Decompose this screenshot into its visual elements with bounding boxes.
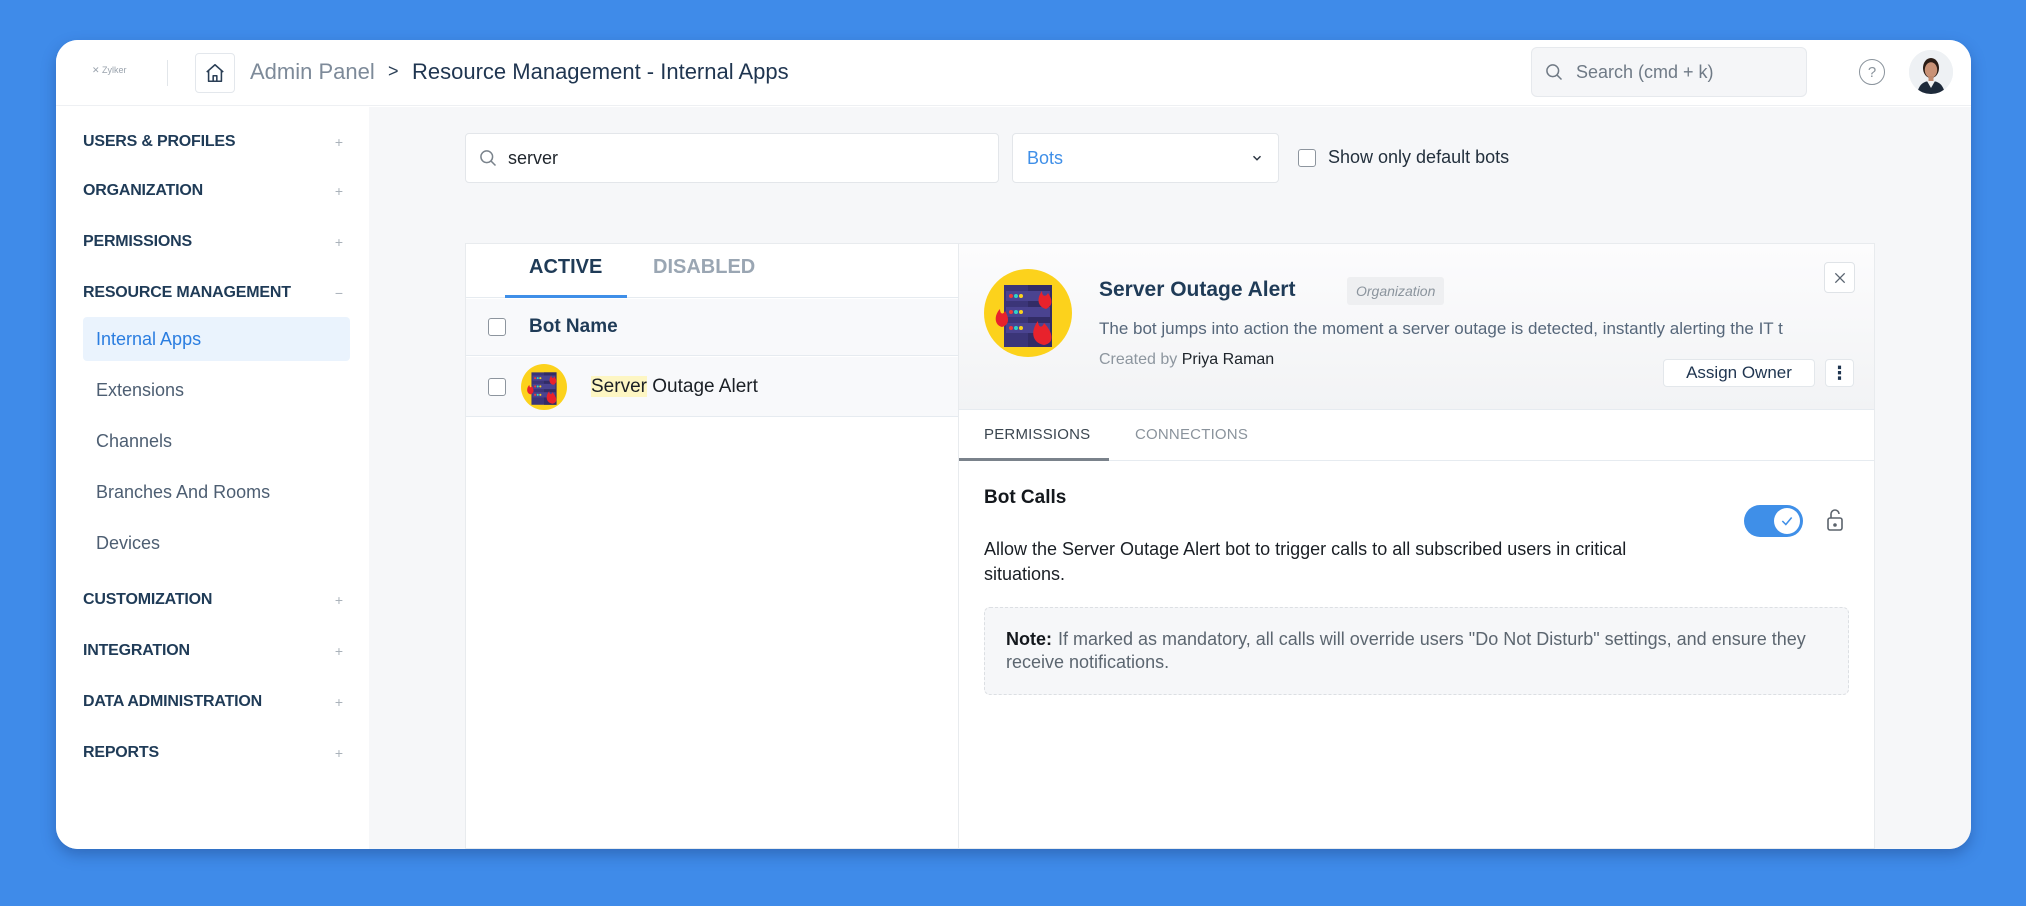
bot-search-input[interactable] [508,147,948,169]
created-by-label: Created by [1099,351,1178,368]
section-label: USERS & PROFILES [83,133,236,150]
sidebar-item-branches-and-rooms[interactable]: Branches And Rooms [83,470,350,514]
server-fire-icon [984,269,1072,357]
bot-detail-panel: Server Outage Alert Organization The bot… [958,243,1875,849]
check-icon [1781,517,1793,526]
section-label: RESOURCE MANAGEMENT [83,284,291,301]
sidebar-section-resource-management[interactable]: RESOURCE MANAGEMENT − [83,278,351,308]
expand-icon: + [334,694,343,710]
sidebar-section-reports[interactable]: REPORTS + [83,738,351,768]
sidebar-item-internal-apps[interactable]: Internal Apps [83,317,350,361]
user-avatar[interactable] [1909,50,1953,94]
tab-disabled[interactable]: DISABLED [653,256,755,279]
default-bots-checkbox[interactable] [1298,148,1316,167]
more-options-button[interactable]: ⋮ [1825,359,1854,387]
main-content: Bots Show only default bots ACTIVE DISAB… [369,107,1971,849]
assign-owner-button[interactable]: Assign Owner [1663,359,1815,387]
sidebar-item-channels[interactable]: Channels [83,419,350,463]
status-tabs: ACTIVE DISABLED [466,244,958,298]
bot-description: The bot jumps into action the moment a s… [1099,319,1783,338]
section-label: DATA ADMINISTRATION [83,693,262,710]
section-label: INTEGRATION [83,642,190,659]
close-detail-button[interactable] [1824,262,1855,293]
section-label: CUSTOMIZATION [83,591,213,608]
search-match-highlight: Server [591,375,647,397]
select-all-checkbox[interactable] [488,318,506,336]
expand-icon: + [334,234,343,250]
expand-icon: + [334,183,343,199]
default-bots-label: Show only default bots [1328,147,1510,167]
permission-description: Allow the Server Outage Alert bot to tri… [984,539,1627,584]
row-checkbox[interactable] [488,377,506,396]
close-icon [1834,272,1845,283]
table-header: Bot Name [466,299,958,356]
note-label: Note: [1006,629,1052,649]
tab-connections[interactable]: CONNECTIONS [1135,426,1248,443]
mandatory-note: Note: If marked as mandatory, all calls w… [984,607,1849,695]
sidebar-section-data-administration[interactable]: DATA ADMINISTRATION + [83,687,351,717]
avatar-portrait [1909,50,1953,94]
bot-list-panel: ACTIVE DISABLED Bot Name Server Outage A… [465,243,958,849]
help-icon[interactable]: ? [1859,59,1885,85]
home-button[interactable] [195,53,235,93]
expand-icon: + [334,745,343,761]
toggle-knob [1774,508,1800,534]
sidebar-section-permissions[interactable]: PERMISSIONS + [83,227,351,257]
creator-name: Priya Raman [1181,351,1275,368]
chevron-down-icon [1252,155,1262,161]
top-header: ✕ Zylker Admin Panel > Resource Manageme… [56,40,1971,106]
scope-badge: Organization [1347,277,1445,305]
sidebar: USERS & PROFILES + ORGANIZATION + PERMIS… [56,107,369,849]
type-select-value: Bots [1027,147,1064,168]
sidebar-section-organization[interactable]: ORGANIZATION + [83,176,351,206]
section-label: PERMISSIONS [83,233,192,250]
detail-header: Server Outage Alert Organization The bot… [959,244,1874,410]
zylker-logo[interactable]: ✕ Zylker [92,65,127,76]
search-icon [1546,64,1563,81]
permission-title: Bot Calls [984,487,1067,508]
created-by: Created by Priya Raman [1099,351,1274,369]
breadcrumb-separator: > [388,61,399,81]
bot-search[interactable] [465,133,999,183]
logo-text: Zylker [102,65,127,75]
bot-title: Server Outage Alert [1099,278,1296,301]
collapse-icon: − [334,285,343,301]
column-bot-name[interactable]: Bot Name [529,316,618,338]
search-icon [480,150,497,167]
expand-icon: + [334,643,343,659]
detail-tabs: PERMISSIONS CONNECTIONS [959,411,1874,461]
global-search-placeholder: Search (cmd + k) [1576,61,1714,82]
note-text: If marked as mandatory, all calls will o… [1006,629,1806,672]
table-row[interactable]: Server Outage Alert [466,357,958,417]
server-fire-icon [521,363,567,410]
sidebar-item-devices[interactable]: Devices [83,521,350,565]
unlock-icon[interactable] [1825,508,1845,532]
tab-permissions[interactable]: PERMISSIONS [984,426,1090,443]
bot-calls-toggle[interactable] [1744,505,1803,537]
sidebar-item-extensions[interactable]: Extensions [83,368,350,412]
type-select[interactable]: Bots [1012,133,1279,183]
sidebar-section-customization[interactable]: CUSTOMIZATION + [83,585,351,615]
expand-icon: + [334,134,343,150]
section-label: ORGANIZATION [83,182,203,199]
sidebar-section-users-profiles[interactable]: USERS & PROFILES + [83,127,351,157]
tab-active[interactable]: ACTIVE [529,256,602,279]
home-icon [206,63,224,83]
global-search[interactable]: Search (cmd + k) [1531,47,1807,97]
active-subtab-indicator [959,458,1109,461]
header-divider [167,60,168,86]
breadcrumb-admin-panel[interactable]: Admin Panel [250,59,375,85]
admin-window: ✕ Zylker Admin Panel > Resource Manageme… [56,40,1971,849]
default-bots-filter[interactable]: Show only default bots [1298,147,1509,168]
section-label: REPORTS [83,744,159,761]
bot-name[interactable]: Server Outage Alert [591,375,758,398]
breadcrumb-current: Resource Management - Internal Apps [412,59,789,84]
expand-icon: + [334,592,343,608]
bot-name-rest: Outage Alert [646,375,758,397]
sidebar-section-integration[interactable]: INTEGRATION + [83,636,351,666]
active-tab-indicator [505,295,627,298]
